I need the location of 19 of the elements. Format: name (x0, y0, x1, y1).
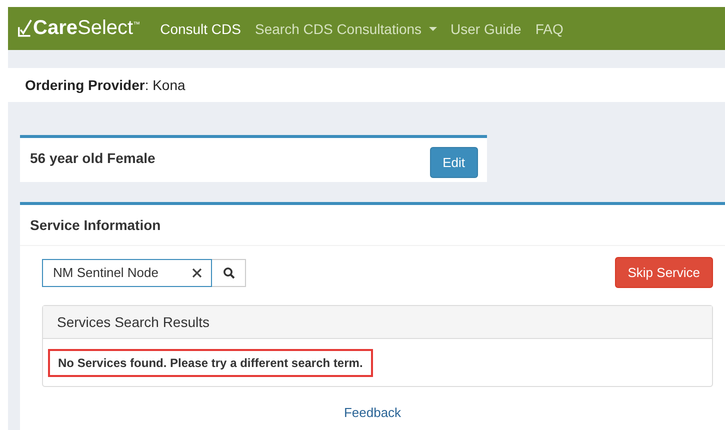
patient-summary: 56 year old Female (30, 150, 156, 166)
skip-service-button[interactable]: Skip Service (614, 257, 713, 288)
service-title: Service Information (30, 217, 161, 233)
search-field[interactable]: NM Sentinel Node (42, 258, 212, 286)
clear-icon[interactable] (192, 268, 202, 278)
caret-icon (428, 26, 437, 30)
ordering-provider: Ordering Provider: Kona (25, 77, 186, 93)
search-button[interactable] (212, 258, 246, 286)
checkmark-icon (18, 19, 32, 37)
edit-button[interactable]: Edit (430, 147, 478, 178)
nav-link[interactable]: User Guide (450, 20, 522, 36)
no-results-message: No Services found. Please try a different search term. (48, 349, 373, 377)
careselect-logo[interactable]: CareSelect$^{™}$ (18, 17, 140, 40)
nav-link[interactable]: FAQ (535, 20, 564, 36)
nav-link[interactable]: Search CDS Consultations (255, 20, 437, 36)
nav-link[interactable]: Consult CDS (160, 20, 241, 36)
results-title: Services Search Results (57, 314, 210, 330)
feedback-link[interactable]: Feedback (344, 405, 402, 420)
search-icon (222, 266, 234, 278)
